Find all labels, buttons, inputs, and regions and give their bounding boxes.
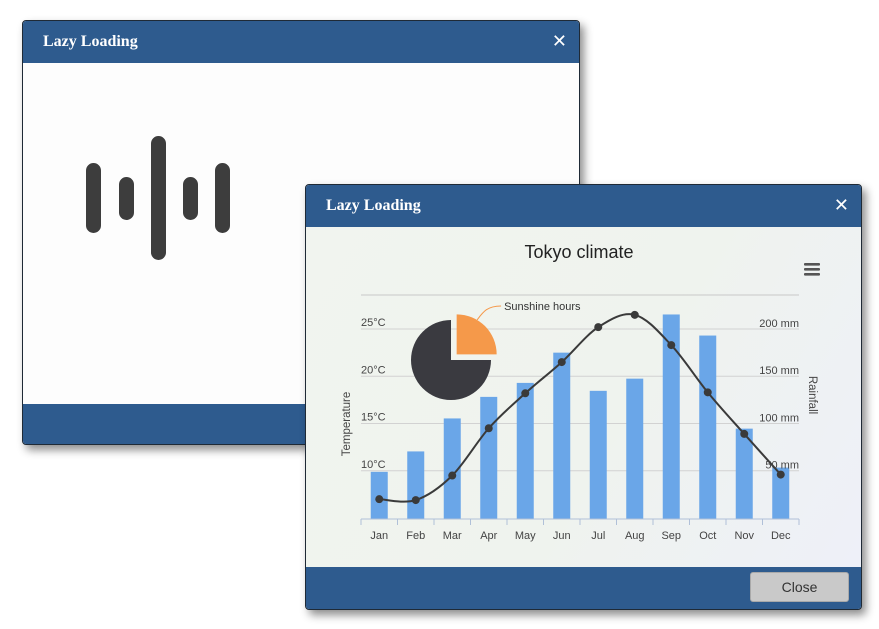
x-tick-label: Apr [480,530,497,542]
rainfall-bar [699,335,717,519]
chart-window: Lazy Loading ✕ Tokyo climate 10°C 15°C 20°… [305,184,862,610]
loader-window-titlebar[interactable]: Lazy Loading ✕ [23,21,579,63]
temperature-point [521,389,530,398]
x-tick-label: Jun [553,530,571,542]
temperature-point [375,495,384,504]
close-icon[interactable]: ✕ [552,31,567,52]
chart-window-title: Lazy Loading [326,197,421,214]
y-left-tick-label: 25°C [361,317,386,329]
hamburger-menu-icon[interactable] [804,263,820,276]
rainfall-bar [626,378,644,519]
y-right-tick-label: 200 mm [759,318,799,330]
temperature-point [594,323,603,332]
x-tick-label: Jan [370,530,388,542]
y-left-tick-label: 20°C [361,364,386,376]
pie-connector [476,305,502,321]
rainfall-bar [735,428,753,519]
temperature-point [703,388,712,397]
close-icon[interactable]: ✕ [834,195,849,216]
y-right-tick-label: 150 mm [759,365,799,377]
chart-window-footer: Close [306,567,861,609]
y-right-axis-title: Rainfall [806,376,818,414]
temperature-point [776,470,785,479]
loading-bar [86,163,101,233]
temperature-point [411,496,420,505]
climate-chart: Tokyo climate 10°C 15°C 20°C 25°C 50 mm 100 m… [341,242,820,542]
chart-window-titlebar[interactable]: Lazy Loading ✕ [306,185,861,227]
temperature-point [667,341,676,350]
x-tick-label: Oct [699,530,716,542]
y-left-tick-label: 10°C [361,459,386,471]
temperature-point [557,358,566,367]
temperature-point [448,471,457,480]
temperature-point [740,429,749,438]
pie-data-label: Sunshine hours [504,301,581,313]
loading-bar [119,177,134,220]
loading-bar [215,163,230,233]
loading-bar [183,177,198,220]
chart-title: Tokyo climate [524,242,633,262]
loading-bar [151,136,166,260]
chart-area: Tokyo climate 10°C 15°C 20°C 25°C 50 mm 100 m… [306,227,861,567]
x-tick-label: Dec [771,530,791,542]
temperature-point [484,424,493,433]
x-tick-label: Mar [443,530,462,542]
rainfall-bar [480,396,498,519]
y-right-tick-label: 100 mm [759,412,799,424]
x-tick-label: Jul [591,530,605,542]
x-tick-label: May [515,530,536,542]
loader-window-title: Lazy Loading [43,33,138,50]
rainfall-bar [553,352,571,519]
x-tick-label: Aug [625,530,645,542]
close-button[interactable]: Close [750,572,849,602]
y-left-tick-label: 15°C [361,412,386,424]
rainfall-bar [516,382,534,519]
x-tick-label: Feb [406,530,425,542]
temperature-point [630,310,639,319]
y-left-axis-title: Temperature [341,392,353,457]
rainfall-bar [407,451,425,519]
y-right-tick-label: 50 mm [765,460,799,472]
x-tick-label: Sep [661,530,681,542]
x-tick-label: Nov [734,530,754,542]
pie-slice [456,314,497,355]
rainfall-bar [589,390,607,519]
